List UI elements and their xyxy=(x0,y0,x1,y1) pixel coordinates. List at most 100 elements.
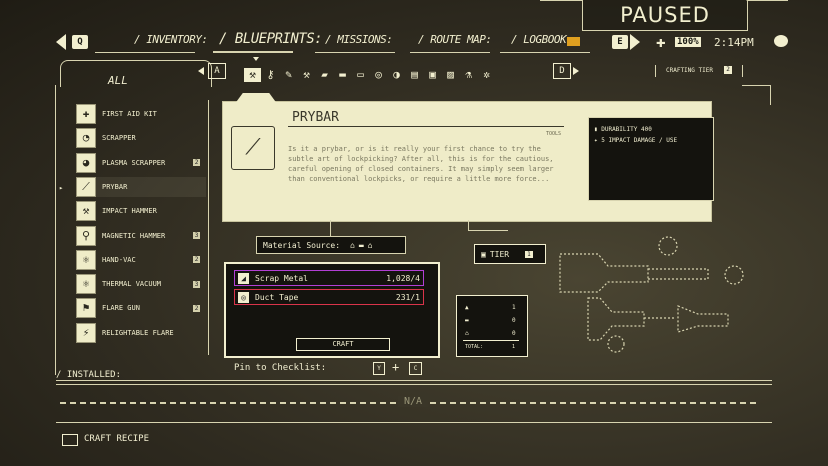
source-icon-1: ⌂ xyxy=(350,240,355,250)
list-item-label: FLARE GUN xyxy=(102,304,140,313)
top-divider xyxy=(540,0,582,1)
key-category-icon[interactable]: ⚷ xyxy=(262,68,279,82)
totals-row-1: ▲ 1 xyxy=(465,304,516,311)
all-tab-frame xyxy=(60,60,212,87)
category-icons: ⚒ ⚷ ✎ ⚒ ▰ ▬ ▭ ◎ ◑ ▤ ▣ ▨ ⚗ ✲ xyxy=(244,63,496,82)
bar-category-icon[interactable]: ▭ xyxy=(352,68,369,82)
filter-all[interactable]: ALL xyxy=(108,74,128,87)
nav-underline-active xyxy=(213,51,293,53)
source-icon-2: ▬ xyxy=(358,240,364,250)
list-item[interactable]: ⚑ FLARE GUN 2 xyxy=(76,298,206,319)
mail-icon xyxy=(567,37,580,46)
material-amount: 1,028/4 xyxy=(386,273,420,283)
tier-badge: 3 xyxy=(193,232,200,239)
list-item-label: HAND-VAC xyxy=(102,255,136,264)
list-item[interactable]: ✚ FIRST AID KIT xyxy=(76,104,206,124)
divider xyxy=(655,65,656,77)
prev-tab-key[interactable]: Q xyxy=(72,35,88,49)
list-item[interactable]: ◕ PLASMA SCRAPPER 2 xyxy=(76,152,206,173)
tier-badge: 2 xyxy=(193,256,200,264)
material-name: Scrap Metal xyxy=(255,273,308,283)
next-tab-arrow-icon[interactable] xyxy=(630,34,640,50)
next-tab-key[interactable]: E xyxy=(612,35,628,49)
selected-arrow-icon: ▸ xyxy=(59,184,64,192)
nav-underline xyxy=(95,52,195,53)
installed-divider xyxy=(56,384,772,385)
list-item[interactable]: ⚛ THERMAL VACUUM 3 xyxy=(76,274,206,295)
material-row: ◢ Scrap Metal 1,028/4 xyxy=(234,270,424,286)
crafting-tier-label: CRAFTING TIER xyxy=(666,67,713,74)
material-source-bar: Material Source: ⌂ ▬ ⌂ xyxy=(256,236,406,254)
category-label: TOOLS xyxy=(546,131,562,137)
list-item-label: PRYBAR xyxy=(102,182,128,191)
tier-badge: 3 xyxy=(193,280,200,288)
blueprint-icon: ⚑ xyxy=(76,298,96,319)
pin-key-c[interactable]: C xyxy=(409,362,422,375)
tab-missions[interactable]: / MISSIONS: xyxy=(325,33,393,46)
list-item[interactable]: ⟋ PRYBAR xyxy=(76,176,206,197)
gear-category-icon[interactable]: ✲ xyxy=(478,68,495,82)
wrench-category-icon[interactable]: ✎ xyxy=(280,68,297,82)
blueprint-icon: ⚛ xyxy=(76,249,96,270)
crafting-tier-value: 2 xyxy=(724,66,732,74)
prybar-icon: ⟋ xyxy=(231,126,275,170)
filter-prev-key[interactable]: A xyxy=(208,63,226,79)
list-item-label: RELIGHTABLE FLARE xyxy=(102,328,174,337)
connector xyxy=(330,220,331,236)
blueprint-icon: ◕ xyxy=(76,152,96,173)
materials-list: ◢ Scrap Metal 1,028/4 ◎ Duct Tape 231/1 xyxy=(234,270,424,308)
frame-right xyxy=(770,85,771,105)
craft-button[interactable]: CRAFT xyxy=(296,338,390,351)
tools-category-icon[interactable]: ⚒ xyxy=(244,68,261,82)
scrap-metal-icon: ◢ xyxy=(238,272,249,284)
durability-stat: ▮ DURABILITY 400 xyxy=(594,126,652,133)
material-amount: 231/1 xyxy=(395,292,420,302)
hammer-category-icon[interactable]: ⚒ xyxy=(298,68,315,82)
tab-blueprints[interactable]: / BLUEPRINTS: xyxy=(219,31,323,47)
list-item[interactable]: ◔ SCRAPPER xyxy=(76,128,206,149)
prev-tab-arrow-icon[interactable] xyxy=(56,34,66,50)
list-item-label: THERMAL VACUUM xyxy=(102,280,162,289)
tier-badge: 2 xyxy=(193,159,200,167)
flare-category-icon[interactable]: ◑ xyxy=(388,68,405,82)
filter-next-key[interactable]: D xyxy=(553,63,571,79)
tab-inventory[interactable]: / INVENTORY: xyxy=(134,33,208,46)
list-item[interactable]: ⚒ IMPACT HAMMER xyxy=(76,201,206,222)
cell-category-icon[interactable]: ▤ xyxy=(406,68,423,82)
craft-recipe-label[interactable]: CRAFT RECIPE xyxy=(84,434,149,444)
installed-value: N/A xyxy=(398,396,429,407)
connector xyxy=(468,230,508,231)
list-item[interactable]: ⚲ MAGNETIC HAMMER 3 xyxy=(76,225,206,246)
impact-stat: ✦ 5 IMPACT DAMAGE / USE xyxy=(594,137,678,144)
chem-category-icon[interactable]: ⚗ xyxy=(460,68,477,82)
list-item[interactable]: ⚛ HAND-VAC 2 xyxy=(76,249,206,270)
list-item-label: SCRAPPER xyxy=(102,134,136,143)
target-category-icon[interactable]: ◎ xyxy=(370,68,387,82)
totals-divider xyxy=(463,340,519,341)
blueprint-icon: ⚡ xyxy=(76,322,96,343)
blueprint-title: PRYBAR xyxy=(292,110,339,125)
totals-row-2: ▬ 0 xyxy=(465,317,516,324)
totals-total: TOTAL: 1 xyxy=(465,344,516,350)
box-category-icon[interactable]: ▣ xyxy=(424,68,441,82)
filter-next-arrow-icon[interactable] xyxy=(573,67,579,75)
gun-category-icon[interactable]: ▬ xyxy=(334,68,351,82)
pin-key-y[interactable]: Y xyxy=(373,362,385,375)
vac-category-icon[interactable]: ▰ xyxy=(316,68,333,82)
nav-underline xyxy=(500,52,590,53)
blueprint-icon: ⟋ xyxy=(76,176,96,197)
craft-recipe-key-icon[interactable] xyxy=(62,434,78,446)
tier-icon: ▣ xyxy=(481,249,486,259)
blueprint-icon: ◔ xyxy=(76,128,96,149)
clock: 2:14PM xyxy=(714,36,754,49)
blueprint-description: Is it a prybar, or is it really your fir… xyxy=(288,145,554,183)
bucket-category-icon[interactable]: ▨ xyxy=(442,68,459,82)
tab-logbook[interactable]: / LOGBOOK: xyxy=(511,33,573,46)
filter-prev-arrow-icon[interactable] xyxy=(198,67,204,75)
battery-indicator: 100% xyxy=(675,37,701,47)
list-item[interactable]: ⚡ RELIGHTABLE FLARE xyxy=(76,322,206,343)
settings-icon[interactable] xyxy=(774,35,788,47)
paused-title: PAUSED xyxy=(582,0,748,31)
tab-route-map[interactable]: / ROUTE MAP: xyxy=(418,33,492,46)
material-row: ◎ Duct Tape 231/1 xyxy=(234,289,424,305)
